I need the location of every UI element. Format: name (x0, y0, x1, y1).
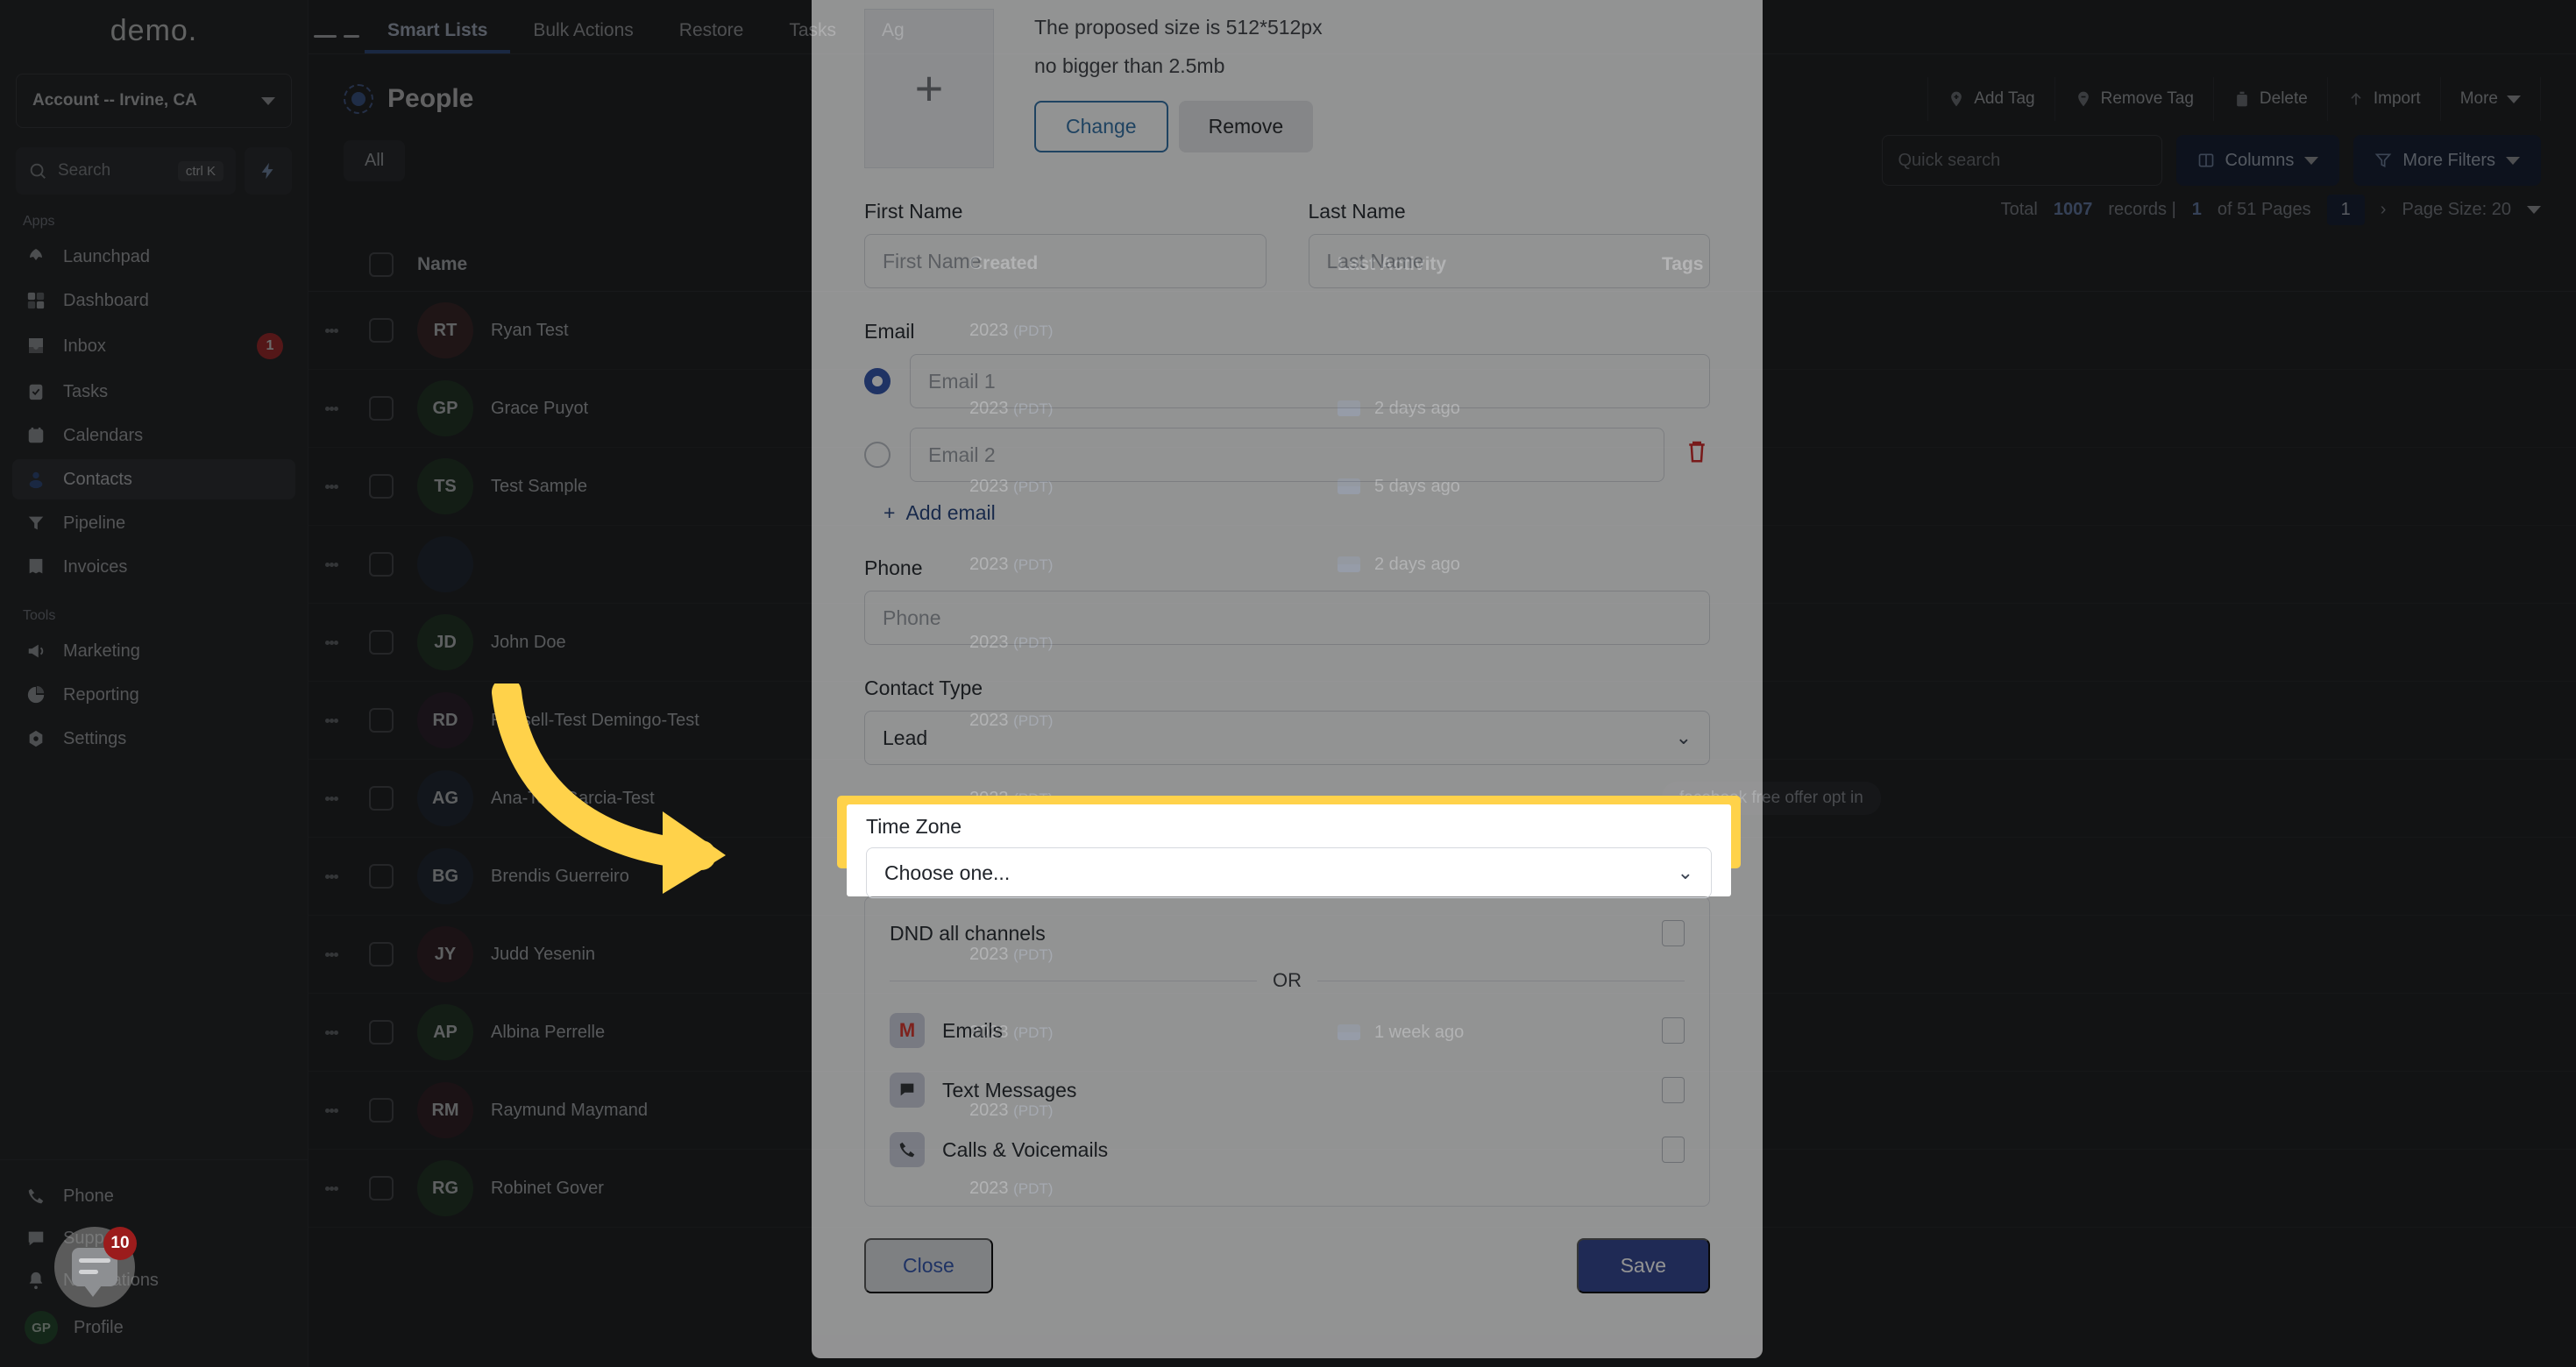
dnd-emails-checkbox[interactable] (1662, 1017, 1685, 1044)
avatar-help: The proposed size is 512*512px no bigger… (1034, 9, 1323, 168)
gmail-icon: M (890, 1013, 925, 1048)
dnd-all-row: DND all channels (890, 920, 1685, 946)
dnd-sms-checkbox[interactable] (1662, 1077, 1685, 1103)
add-contact-modal: + The proposed size is 512*512px no bigg… (812, 0, 1763, 1358)
avatar-buttons: Change Remove (1034, 101, 1323, 153)
dnd-channel-emails: M Emails (890, 1001, 1685, 1060)
or-divider: OR (890, 969, 1685, 992)
dnd-all-checkbox[interactable] (1662, 920, 1685, 946)
phone-input[interactable]: Phone (864, 591, 1710, 645)
avatar-upload-block: + The proposed size is 512*512px no bigg… (864, 0, 1710, 168)
contact-type-label: Contact Type (864, 676, 983, 699)
close-button[interactable]: Close (864, 1238, 993, 1293)
time-zone-label: Time Zone (866, 815, 962, 838)
plus-icon: + (884, 501, 896, 524)
save-button[interactable]: Save (1576, 1238, 1710, 1293)
first-name-label: First Name (864, 200, 963, 223)
add-email-label: Add email (905, 501, 996, 524)
time-zone-select[interactable]: Choose one... ⌄ (866, 847, 1712, 898)
dnd-all-label: DND all channels (890, 921, 1046, 945)
phone-label: Phone (864, 556, 923, 579)
sms-icon (890, 1073, 925, 1108)
dnd-channel-sms: Text Messages (890, 1060, 1685, 1120)
time-zone-field: Time Zone Choose one... ⌄ (847, 804, 1731, 898)
or-label: OR (1273, 969, 1302, 991)
contact-type-value: Lead (883, 726, 928, 749)
email-2-input[interactable]: Email 2 (910, 428, 1664, 482)
avatar-help-line2: no bigger than 2.5mb (1034, 53, 1225, 77)
change-avatar-button[interactable]: Change (1034, 101, 1168, 153)
last-name-group: Last Name Last Name (1308, 168, 1710, 288)
modal-footer: Close Save (864, 1207, 1710, 1293)
avatar-help-line1: The proposed size is 512*512px (1034, 16, 1323, 39)
add-email-button[interactable]: + Add email (884, 501, 1710, 525)
contact-type-select[interactable]: Lead ⌄ (864, 711, 1710, 765)
email-label: Email (864, 320, 915, 343)
last-name-input[interactable]: Last Name (1308, 234, 1710, 288)
channel-label: Emails (942, 1018, 1004, 1042)
last-name-label: Last Name (1308, 200, 1406, 223)
time-zone-value: Choose one... (884, 861, 1011, 884)
chevron-down-icon: ⌄ (1677, 861, 1693, 883)
call-icon (890, 1132, 925, 1167)
email-1-input[interactable]: Email 1 (910, 354, 1710, 408)
screen: demo. Account -- Irvine, CA Search ctrl … (0, 0, 2576, 1367)
dnd-calls-checkbox[interactable] (1662, 1137, 1685, 1163)
email-row-1: Email 1 (864, 354, 1710, 408)
delete-email-icon[interactable] (1684, 437, 1710, 472)
first-name-input[interactable]: First Name (864, 234, 1267, 288)
dnd-channel-calls: Calls & Voicemails (890, 1120, 1685, 1179)
first-name-group: First Name First Name (864, 168, 1267, 288)
chat-line (79, 1270, 98, 1274)
trash-icon (1689, 441, 1705, 463)
email-primary-radio[interactable] (864, 368, 891, 394)
chevron-down-icon: ⌄ (1675, 726, 1692, 748)
chat-widget-button[interactable]: 10 (54, 1227, 137, 1307)
avatar-dropzone[interactable]: + (864, 9, 994, 168)
remove-avatar-button[interactable]: Remove (1178, 101, 1314, 153)
modal-body: + The proposed size is 512*512px no bigg… (812, 0, 1763, 1293)
email-primary-radio[interactable] (864, 442, 891, 468)
plus-icon: + (914, 60, 944, 116)
email-row-2: Email 2 (864, 428, 1710, 482)
chat-widget-badge: 10 (103, 1227, 137, 1260)
channel-label: Calls & Voicemails (942, 1137, 1109, 1161)
name-fields: First Name First Name Last Name Last Nam… (864, 168, 1710, 288)
chat-line (79, 1258, 110, 1263)
dnd-card: DND all channels OR M Emails Text Messag… (864, 896, 1710, 1207)
channel-label: Text Messages (942, 1078, 1077, 1101)
